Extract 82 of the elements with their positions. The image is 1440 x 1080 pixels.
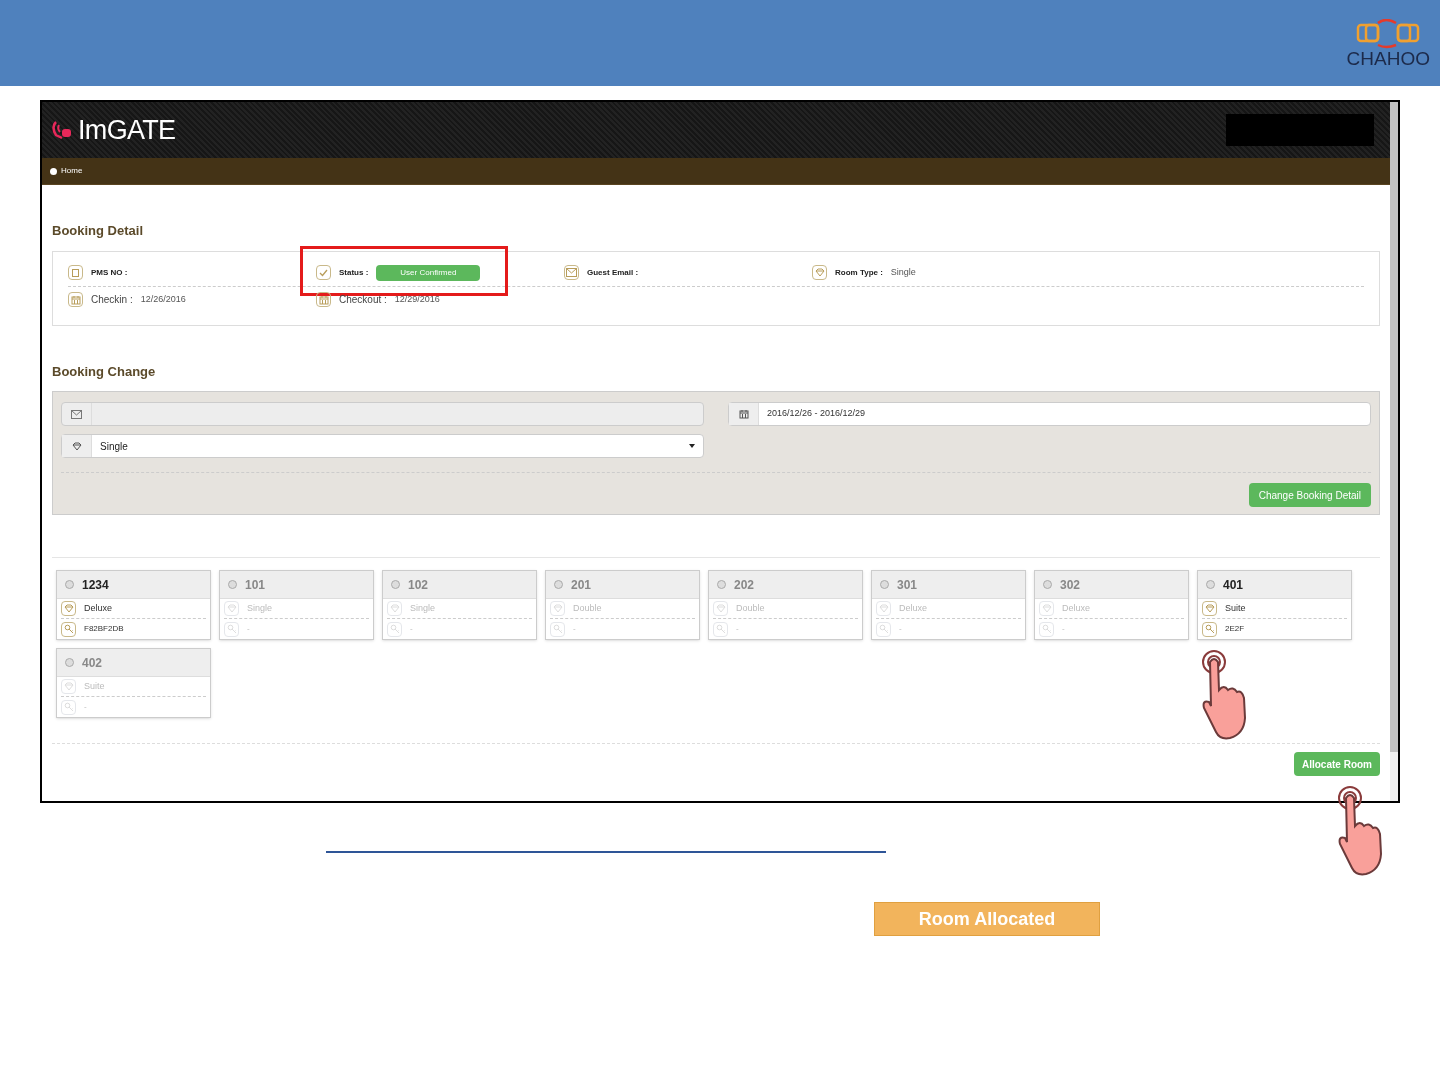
room-number: 101 — [245, 576, 266, 594]
section-title: Booking Detail — [52, 222, 144, 240]
room-code: F82BF2DB — [84, 623, 124, 635]
field-label: Status : — [339, 266, 369, 279]
field-value: 12/29/2016 — [394, 292, 440, 306]
key-icon — [61, 621, 76, 637]
allocate-room-button[interactable]: Allocate Room — [1294, 752, 1380, 776]
key-icon — [550, 621, 565, 637]
room-type: Deluxe — [1062, 601, 1090, 615]
calendar-icon — [738, 409, 749, 419]
field-value: Single — [890, 265, 916, 279]
diamond-icon — [387, 601, 402, 616]
room-type: Single — [410, 601, 436, 615]
key-icon — [713, 621, 728, 637]
radio-button[interactable] — [65, 580, 74, 589]
room-code: - — [573, 623, 576, 635]
room-type: Single — [247, 601, 273, 615]
room-number: 301 — [897, 576, 918, 594]
radio-button[interactable] — [1206, 580, 1215, 589]
room-type: Double — [736, 601, 765, 615]
caret-icon — [689, 444, 695, 448]
brand-logo-icon — [50, 119, 74, 141]
room-type: Deluxe — [84, 601, 112, 615]
key-icon — [61, 699, 76, 715]
diamond-icon — [713, 601, 728, 616]
room-card[interactable]: 401 Suite 2E2F — [1197, 570, 1352, 640]
diamond-icon — [876, 601, 891, 616]
info-icon — [50, 167, 57, 175]
field-label: PMS NO : — [91, 266, 128, 279]
room-number: 102 — [408, 576, 429, 594]
key-icon — [224, 621, 239, 637]
room-code: - — [899, 623, 902, 635]
calendar-icon — [316, 292, 331, 307]
diamond-icon — [1039, 601, 1054, 616]
room-code: 2E2F — [1225, 623, 1245, 635]
room-number: 401 — [1223, 576, 1244, 594]
diamond-icon — [1202, 601, 1217, 616]
section-title: Booking Change — [52, 362, 157, 381]
diamond-icon — [71, 441, 82, 451]
mail-icon — [71, 409, 82, 419]
room-type: Double — [573, 601, 602, 615]
change-booking-button[interactable]: Change Booking Detail — [1248, 483, 1371, 507]
room-number: 402 — [82, 654, 103, 672]
room-number: 1234 — [82, 576, 109, 594]
field-label: Checkin : — [91, 293, 133, 307]
room-type-select[interactable]: Single — [61, 434, 704, 458]
diamond-icon — [224, 601, 239, 616]
logo-icon — [1356, 18, 1421, 49]
room-number: 202 — [734, 576, 755, 594]
brand-name: ImGATE — [78, 113, 176, 147]
diamond-icon — [812, 265, 827, 280]
save-icon — [68, 265, 83, 280]
room-code: - — [1062, 623, 1065, 635]
checkbox-icon — [316, 265, 331, 280]
diamond-icon — [550, 601, 565, 616]
field-label: Checkout : — [339, 293, 387, 307]
room-type: Suite — [84, 679, 105, 693]
key-icon — [387, 621, 402, 637]
key-icon — [1202, 621, 1217, 637]
calendar-icon — [68, 292, 83, 307]
room-card[interactable]: 1234 Deluxe F82BF2DB — [56, 570, 211, 640]
logo-text: CHAHOO — [1346, 48, 1430, 68]
mail-icon — [564, 265, 579, 280]
room-number: 302 — [1060, 576, 1081, 594]
email-field[interactable] — [61, 402, 704, 426]
room-code: - — [736, 623, 739, 635]
room-code: - — [84, 701, 87, 713]
field-label: Room Type : — [835, 266, 883, 279]
room-code: - — [410, 623, 413, 635]
key-icon — [876, 621, 891, 637]
date-range-field[interactable]: 2016/12/26 - 2016/12/29 — [728, 402, 1371, 426]
field-value: 12/26/2016 — [140, 292, 186, 306]
room-number: 201 — [571, 576, 592, 594]
diamond-icon — [61, 601, 76, 616]
breadcrumb-link[interactable]: Home — [61, 165, 83, 177]
room-type: Deluxe — [899, 601, 927, 615]
room-type: Suite — [1225, 601, 1246, 615]
diamond-icon — [61, 679, 76, 694]
room-code: - — [247, 623, 250, 635]
status-badge: User Confirmed — [376, 264, 481, 281]
field-label: Guest Email : — [587, 266, 639, 279]
key-icon — [1039, 621, 1054, 637]
